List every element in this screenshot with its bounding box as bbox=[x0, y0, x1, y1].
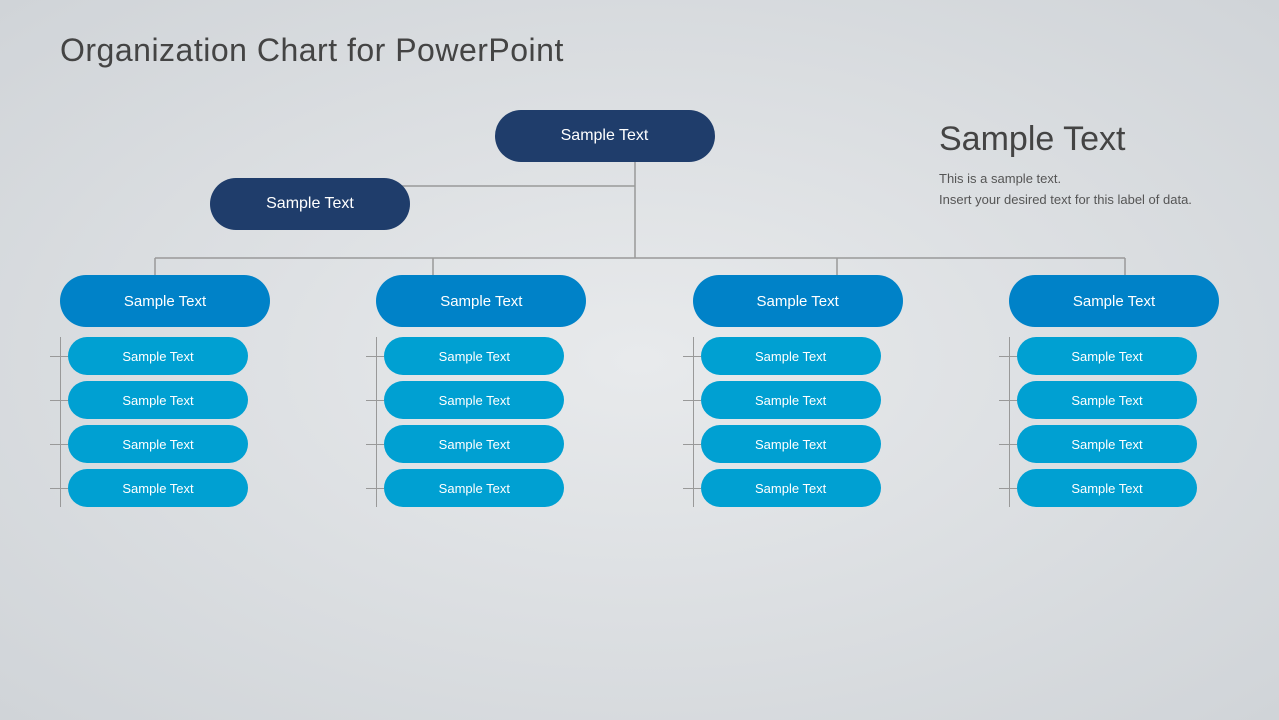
col-2-items: Sample Text Sample Text Sample Text Samp… bbox=[366, 337, 596, 507]
list-item: Sample Text bbox=[1017, 381, 1197, 419]
list-item: Sample Text bbox=[384, 425, 564, 463]
col-1-header: Sample Text bbox=[60, 275, 270, 327]
info-title: Sample Text bbox=[939, 120, 1199, 159]
list-item: Sample Text bbox=[1017, 425, 1197, 463]
side-node: Sample Text bbox=[210, 178, 410, 230]
list-item: Sample Text bbox=[1017, 469, 1197, 507]
list-item: Sample Text bbox=[68, 469, 248, 507]
col-1-items: Sample Text Sample Text Sample Text Samp… bbox=[50, 337, 280, 507]
col-3-items: Sample Text Sample Text Sample Text Samp… bbox=[683, 337, 913, 507]
col-4-header: Sample Text bbox=[1009, 275, 1219, 327]
col-2-header: Sample Text bbox=[376, 275, 586, 327]
list-item: Sample Text bbox=[384, 469, 564, 507]
columns-row: Sample Text Sample Text Sample Text Samp… bbox=[40, 275, 1239, 507]
column-1: Sample Text Sample Text Sample Text Samp… bbox=[50, 275, 280, 507]
info-box: Sample Text This is a sample text. Inser… bbox=[939, 120, 1199, 211]
list-item: Sample Text bbox=[701, 469, 881, 507]
column-3: Sample Text Sample Text Sample Text Samp… bbox=[683, 275, 913, 507]
column-4: Sample Text Sample Text Sample Text Samp… bbox=[999, 275, 1229, 507]
list-item: Sample Text bbox=[68, 381, 248, 419]
root-node: Sample Text bbox=[495, 110, 715, 162]
col-4-items: Sample Text Sample Text Sample Text Samp… bbox=[999, 337, 1229, 507]
list-item: Sample Text bbox=[68, 337, 248, 375]
list-item: Sample Text bbox=[701, 337, 881, 375]
list-item: Sample Text bbox=[701, 425, 881, 463]
list-item: Sample Text bbox=[701, 381, 881, 419]
list-item: Sample Text bbox=[1017, 337, 1197, 375]
list-item: Sample Text bbox=[68, 425, 248, 463]
list-item: Sample Text bbox=[384, 381, 564, 419]
info-text: This is a sample text. Insert your desir… bbox=[939, 169, 1199, 211]
list-item: Sample Text bbox=[384, 337, 564, 375]
page-title: Organization Chart for PowerPoint bbox=[60, 32, 564, 69]
column-2: Sample Text Sample Text Sample Text Samp… bbox=[366, 275, 596, 507]
col-3-header: Sample Text bbox=[693, 275, 903, 327]
